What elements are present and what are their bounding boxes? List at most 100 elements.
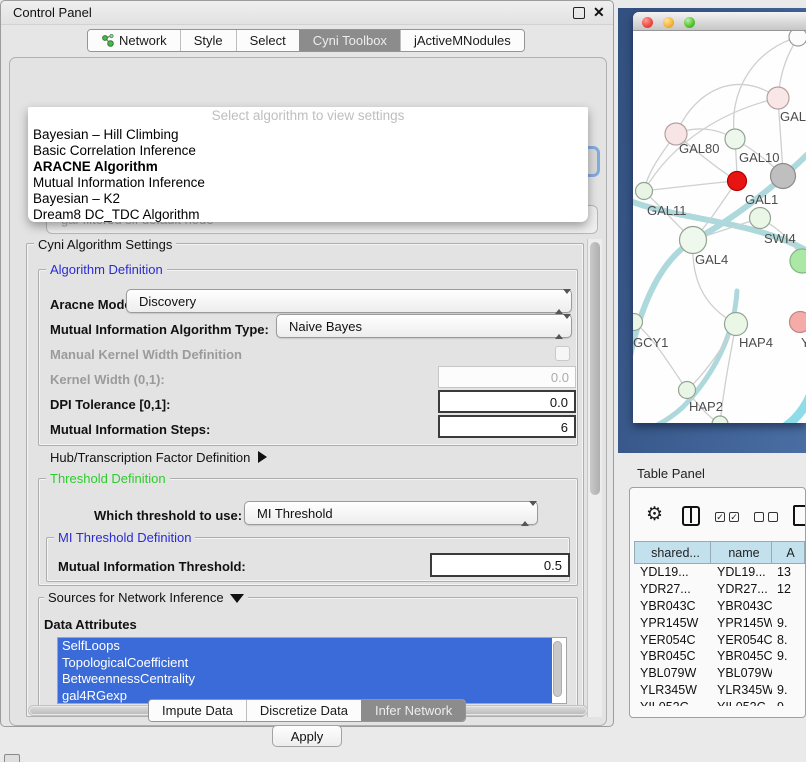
bottom-tab-discretize-data[interactable]: Discretize Data — [246, 700, 361, 721]
mi-type-combo[interactable]: Naive Bayes — [276, 314, 572, 338]
settings-vertical-scrollbar[interactable] — [587, 239, 602, 717]
bottom-tab-infer-network[interactable]: Infer Network — [361, 700, 465, 721]
table-row[interactable]: YBL079WYBL079W — [634, 665, 805, 682]
aracne-mode-value: Discovery — [139, 294, 196, 309]
network-node[interactable] — [679, 382, 696, 399]
aracne-mode-label: Aracne Mode: — [50, 297, 136, 312]
gear-icon[interactable]: ⚙ — [646, 503, 663, 526]
minimize-traffic-light-icon[interactable] — [663, 17, 674, 28]
node-label: GAL10 — [739, 150, 779, 165]
table-row[interactable]: YIL052CYIL052C9 — [634, 698, 805, 706]
network-node[interactable] — [790, 249, 806, 273]
columns-icon[interactable] — [682, 506, 700, 526]
tab-label: Cyni Toolbox — [313, 33, 387, 48]
network-node[interactable] — [725, 313, 748, 336]
algorithm-option[interactable]: Mutual Information Inference — [28, 175, 588, 191]
float-window-icon[interactable] — [573, 7, 585, 19]
sources-expander[interactable]: Sources for Network Inference — [44, 590, 248, 605]
which-threshold-combo[interactable]: MI Threshold — [244, 501, 538, 525]
bottom-tab-impute-data[interactable]: Impute Data — [149, 700, 246, 721]
manual-kernel-width-checkbox[interactable] — [555, 346, 570, 361]
table-row[interactable]: YBR043CYBR043C — [634, 598, 805, 615]
network-view-window: GALGAL80GAL10GAL11GAL1SWI4GAL4GCY1HAP4YH… — [633, 12, 806, 423]
table-cell: 9. — [772, 683, 805, 697]
algorithm-option[interactable]: ARACNE Algorithm — [28, 159, 588, 175]
algorithm-dropdown-list: Select algorithm to view settings Bayesi… — [28, 107, 588, 222]
tab-jactivemnodules[interactable]: jActiveMNodules — [400, 30, 524, 51]
network-node[interactable] — [789, 31, 806, 46]
algorithm-option[interactable]: Bayesian – Hill Climbing — [28, 127, 588, 143]
attribute-list-item[interactable]: BetweennessCentrality — [58, 671, 552, 688]
network-window-titlebar[interactable] — [633, 12, 806, 31]
tab-network[interactable]: Network — [88, 30, 180, 51]
table-cell: YER054C — [634, 633, 711, 647]
column-header-2[interactable]: name — [711, 541, 772, 564]
stepper-arrows-icon — [555, 319, 564, 334]
threshold-definition-title: Threshold Definition — [46, 471, 170, 486]
sources-title: Sources for Network Inference — [48, 590, 224, 605]
dpi-tolerance-input[interactable]: 0.0 — [438, 390, 576, 413]
zoom-traffic-light-icon[interactable] — [684, 17, 695, 28]
cyni-algorithm-settings-title: Cyni Algorithm Settings — [34, 237, 176, 252]
table-cell: YBR043C — [711, 599, 772, 613]
network-node[interactable] — [750, 208, 771, 229]
apply-button[interactable]: Apply — [272, 725, 342, 747]
tab-cyni-toolbox[interactable]: Cyni Toolbox — [299, 30, 400, 51]
network-node[interactable] — [790, 312, 806, 333]
table-cell: YPR145W — [711, 616, 772, 630]
stepper-arrows-icon — [555, 294, 564, 309]
network-node[interactable] — [680, 227, 707, 254]
attributes-vertical-scrollbar[interactable] — [553, 641, 562, 697]
unchecked-box-icon — [768, 512, 778, 522]
tab-style[interactable]: Style — [180, 30, 236, 51]
control-panel-titlebar: Control Panel ✕ — [1, 1, 613, 25]
collapse-down-icon — [230, 594, 244, 603]
tab-select[interactable]: Select — [236, 30, 299, 51]
network-node[interactable] — [636, 183, 653, 200]
network-graph[interactable]: GALGAL80GAL10GAL11GAL1SWI4GAL4GCY1HAP4YH… — [633, 31, 806, 423]
algorithm-option[interactable]: Basic Correlation Inference — [28, 143, 588, 159]
network-node[interactable] — [725, 129, 745, 149]
table-row[interactable]: YDR27...YDR27...12 — [634, 581, 805, 598]
unchecked-box-icon — [754, 512, 764, 522]
mi-threshold-input[interactable]: 0.5 — [430, 553, 570, 577]
close-traffic-light-icon[interactable] — [642, 17, 653, 28]
network-node[interactable] — [712, 416, 728, 423]
table-cell: 9 — [772, 700, 805, 706]
table-cell: YIL052C — [634, 700, 711, 706]
table-row[interactable]: YER054CYER054C8. — [634, 631, 805, 648]
table-cell: YIL052C — [711, 700, 772, 706]
vertical-scroll-thumb[interactable] — [590, 242, 600, 495]
kernel-width-input[interactable]: 0.0 — [438, 366, 576, 388]
algorithm-option[interactable]: Bayesian – K2 — [28, 191, 588, 207]
table-row[interactable]: YBR045CYBR045C9. — [634, 648, 805, 665]
aracne-mode-combo[interactable]: Discovery — [126, 289, 572, 313]
control-panel-title: Control Panel — [13, 5, 92, 20]
mi-steps-input[interactable]: 6 — [438, 415, 576, 438]
deselect-all-checkboxes-icon[interactable] — [754, 512, 778, 522]
tab-label: jActiveMNodules — [414, 33, 511, 48]
table-cell: 9. — [772, 616, 805, 630]
network-node[interactable] — [767, 87, 789, 109]
table-row[interactable]: YLR345WYLR345W9. — [634, 682, 805, 699]
column-header-1[interactable]: shared... — [634, 541, 711, 564]
hub-definition-expander[interactable]: Hub/Transcription Factor Definition — [50, 450, 267, 465]
bottom-tab-label: Discretize Data — [260, 703, 348, 718]
stepper-arrows-icon — [521, 506, 530, 521]
algorithm-option[interactable]: Dream8 DC_TDC Algorithm — [28, 207, 588, 223]
dpi-tolerance-label: DPI Tolerance [0,1]: — [50, 397, 170, 412]
attribute-list-item[interactable]: SelfLoops — [58, 638, 552, 655]
table-row[interactable]: YDL19...YDL19...13 — [634, 564, 805, 581]
attribute-list-item[interactable]: TopologicalCoefficient — [58, 655, 552, 672]
new-document-icon[interactable] — [793, 505, 806, 526]
select-all-checkboxes-icon[interactable]: ✓ ✓ — [715, 512, 739, 522]
network-node[interactable] — [771, 164, 796, 189]
table-row[interactable]: YPR145WYPR145W9. — [634, 614, 805, 631]
column-header-3[interactable]: A — [772, 541, 805, 564]
algorithm-dropdown-placeholder: Select algorithm to view settings — [28, 108, 588, 127]
network-canvas[interactable]: GALGAL80GAL10GAL11GAL1SWI4GAL4GCY1HAP4YH… — [633, 31, 806, 423]
dock-panel-icon[interactable] — [4, 754, 20, 762]
network-node[interactable] — [728, 172, 747, 191]
close-icon[interactable]: ✕ — [593, 4, 605, 21]
network-edge — [634, 322, 687, 390]
